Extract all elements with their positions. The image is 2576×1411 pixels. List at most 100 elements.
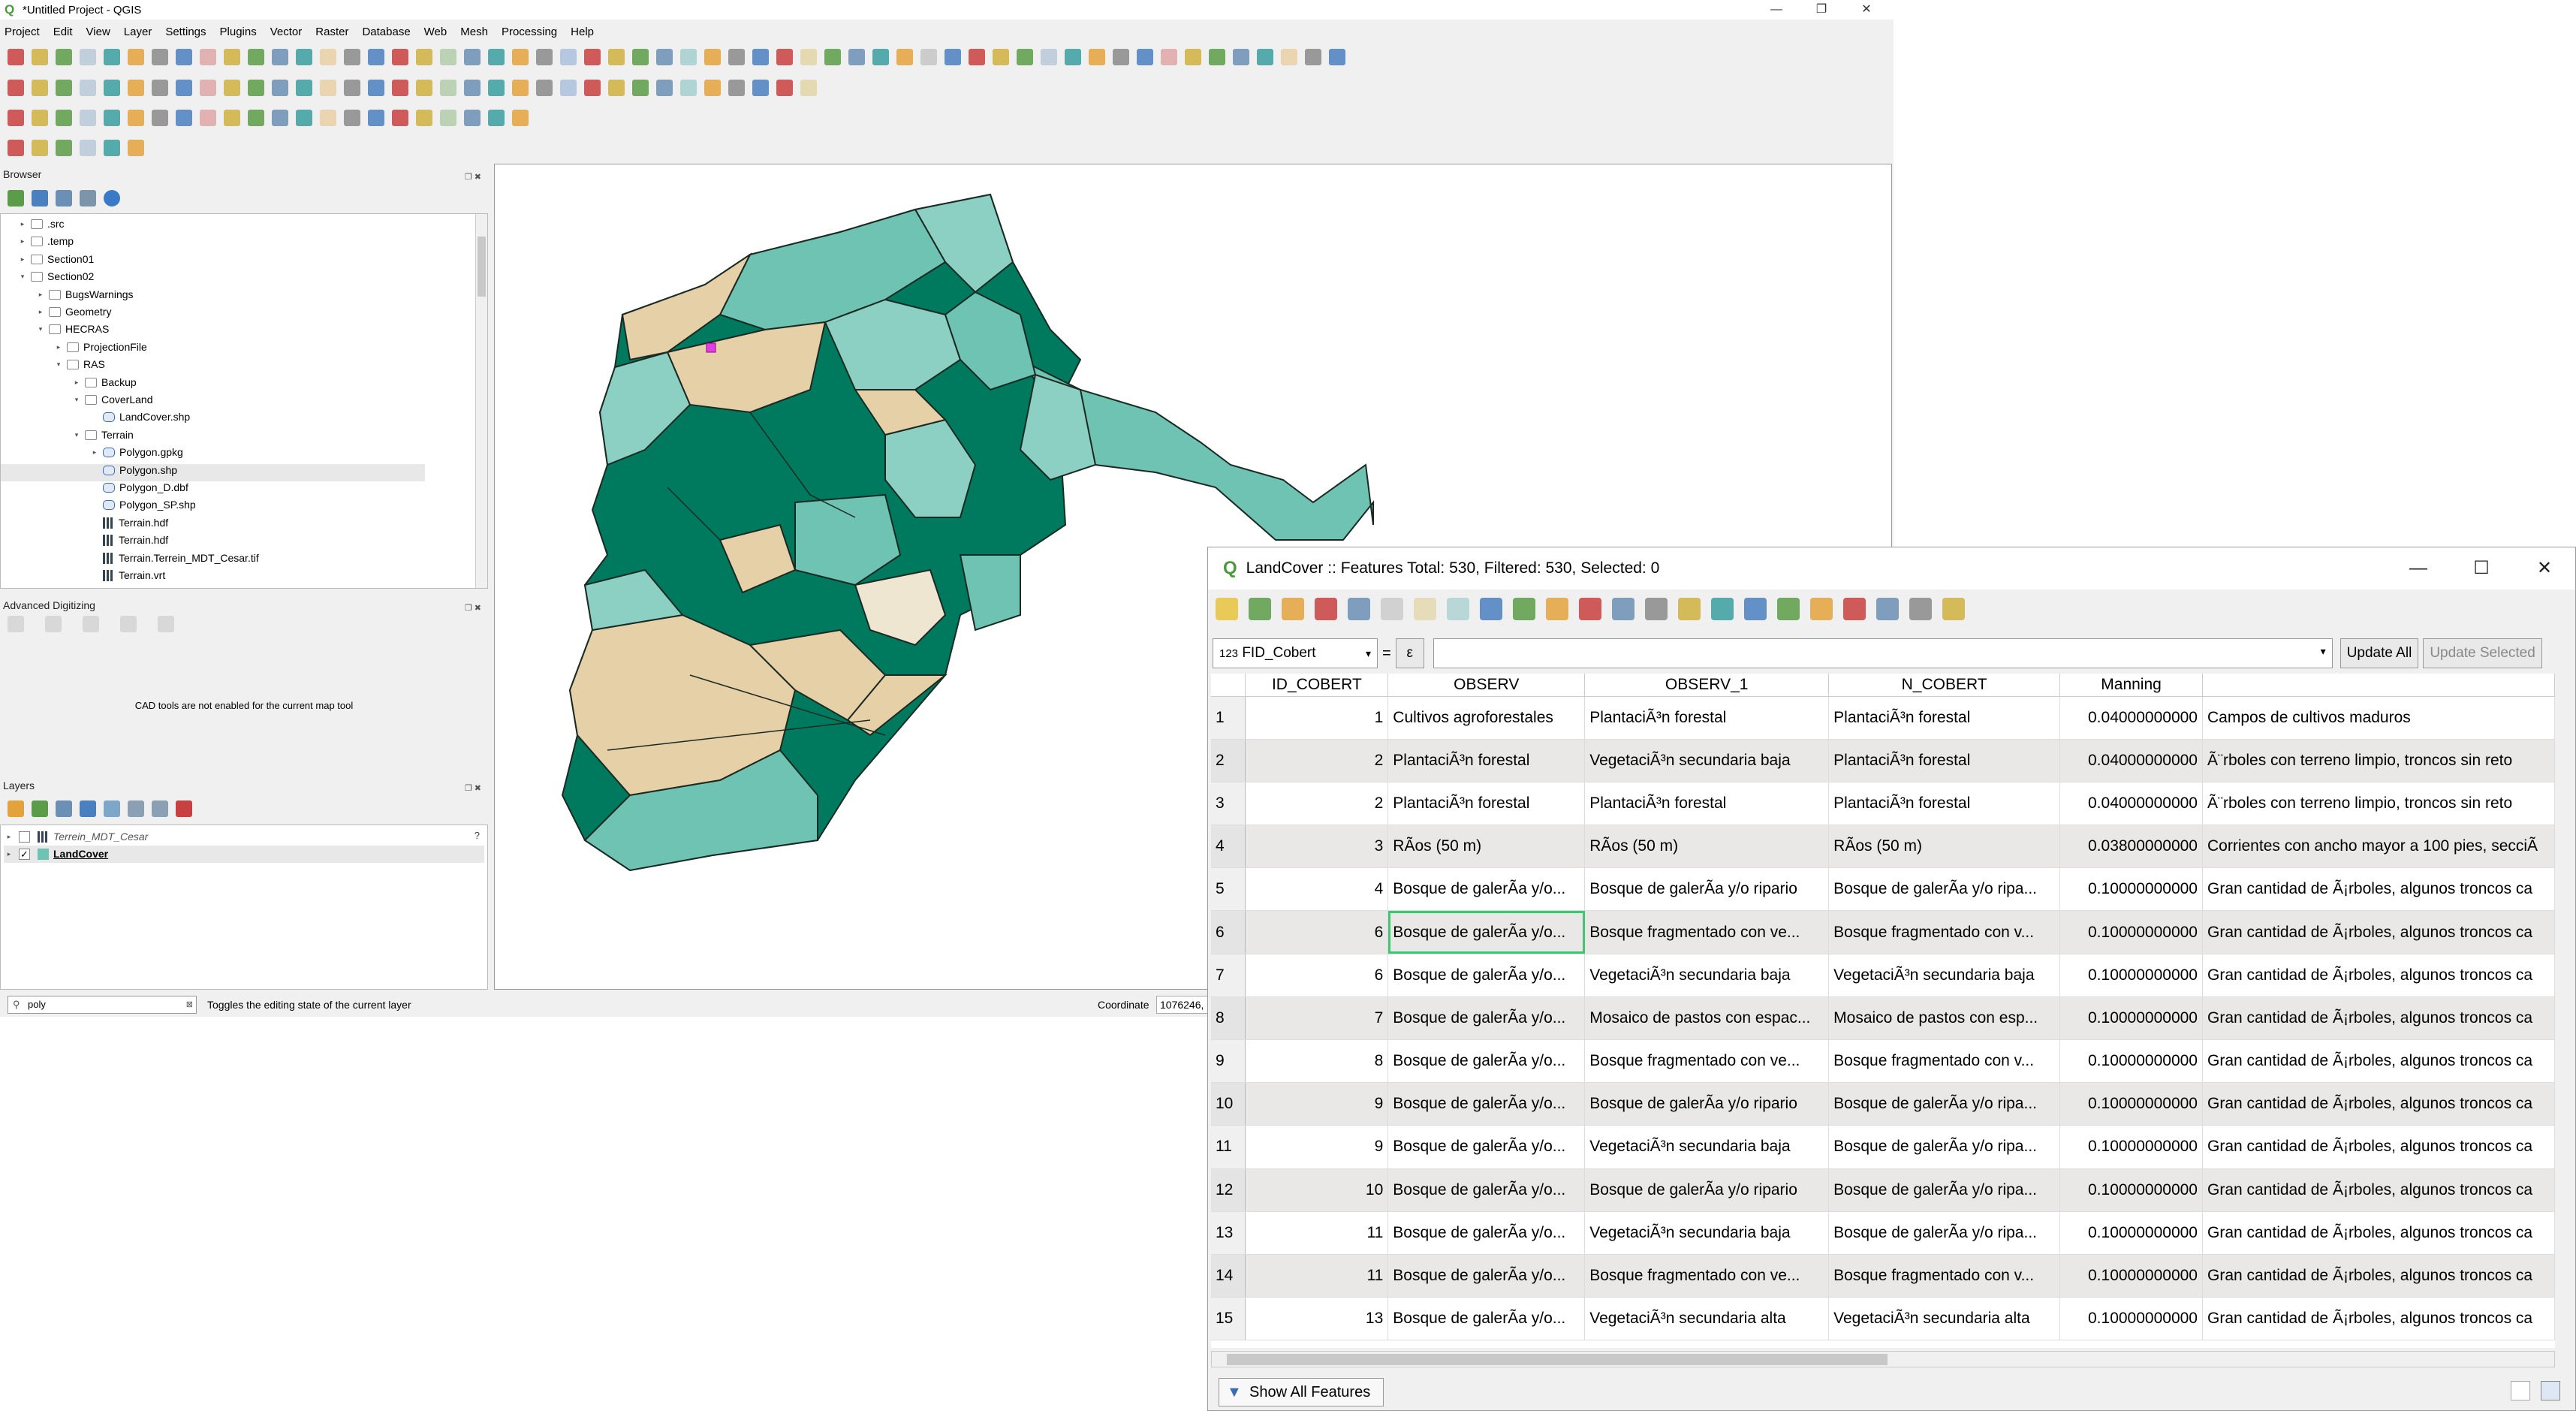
zoom-icon[interactable] (128, 49, 144, 65)
form-view-icon[interactable] (2511, 1381, 2530, 1400)
table-cell[interactable]: 0.04000000000 (2059, 782, 2203, 826)
table-cell[interactable]: PlantaciÃ³n forestal (1828, 696, 2061, 740)
zoom-icon[interactable] (896, 49, 913, 65)
table-cell[interactable]: Gran cantidad de Ã¡rboles, algunos tronc… (2202, 910, 2555, 954)
new-icon[interactable] (1161, 49, 1177, 65)
table-row[interactable]: 2 2 PlantaciÃ³n forestal VegetaciÃ³n secund… (1211, 739, 2555, 782)
add-group-icon[interactable] (32, 800, 48, 817)
browser-item[interactable]: ▾ Terrain (71, 427, 134, 444)
table-cell[interactable]: Cultivos agroforestales (1387, 696, 1586, 740)
row-number[interactable]: 3 (1211, 782, 1246, 826)
open-icon[interactable] (416, 110, 432, 126)
row-number[interactable]: 15 (1211, 1297, 1246, 1341)
zoom-icon[interactable] (1281, 49, 1297, 65)
save-icon[interactable] (440, 110, 456, 126)
menu-vector[interactable]: Vector (270, 26, 303, 38)
identify-icon[interactable] (152, 110, 168, 126)
row-number[interactable]: 14 (1211, 1254, 1246, 1298)
identify-icon[interactable] (1113, 49, 1129, 65)
table-cell[interactable]: Bosque de galerÃa y/o... (1387, 1211, 1586, 1255)
expand-arrow-icon[interactable]: ▸ (35, 286, 46, 303)
table-cell[interactable]: 3 (1245, 825, 1389, 869)
maximize-button[interactable]: ❐ (1802, 0, 1841, 20)
table-cell[interactable]: Bosque de galerÃa y/o... (1387, 1082, 1586, 1126)
zoom-icon[interactable] (128, 110, 144, 126)
column-header[interactable]: ID_COBERT (1245, 674, 1389, 697)
row-number[interactable]: 9 (1211, 1039, 1246, 1084)
zoom-icon[interactable] (512, 110, 529, 126)
table-cell[interactable]: Bosque de galerÃa y/o... (1387, 910, 1586, 954)
row-number[interactable]: 4 (1211, 825, 1246, 869)
table-cell[interactable]: Gran cantidad de Ã¡rboles, algunos tronc… (2202, 1254, 2555, 1298)
expand-arrow-icon[interactable]: ▸ (89, 444, 100, 461)
table-cell[interactable]: 0.03800000000 (2059, 825, 2203, 869)
row-number[interactable]: 6 (1211, 910, 1246, 954)
identify-icon[interactable] (152, 80, 168, 96)
identify-icon[interactable] (344, 110, 360, 126)
browser-item[interactable]: ▸ Section01 (17, 251, 95, 268)
table-cell[interactable]: Bosque fragmentado con v... (1828, 910, 2061, 954)
table-cell[interactable]: VegetaciÃ³n secundaria baja (1584, 739, 1830, 782)
menu-raster[interactable]: Raster (315, 26, 348, 38)
table-cell[interactable]: Ã¨rboles con terreno limpio, troncos sin… (2202, 739, 2555, 782)
identify-icon[interactable] (536, 49, 553, 65)
expand-arrow-icon[interactable]: ▾ (71, 427, 82, 444)
save-icon[interactable] (56, 49, 72, 65)
table-row[interactable]: 1 1 Cultivos agroforestales PlantaciÃ³n for… (1211, 696, 2555, 740)
table-row[interactable]: 6 6 Bosque de galerÃa y/o... Bosque fragmen… (1211, 910, 2555, 954)
table-cell[interactable]: 0.10000000000 (2059, 1039, 2203, 1084)
pan-icon[interactable] (680, 49, 697, 65)
remove-layer-icon[interactable] (176, 800, 192, 817)
menu-database[interactable]: Database (362, 26, 410, 38)
table-row[interactable]: 5 4 Bosque de galerÃa y/o... Bosque de gale… (1211, 867, 2555, 912)
expand-all-icon[interactable] (128, 800, 144, 817)
add-feature-icon[interactable] (1348, 598, 1370, 620)
table-row[interactable]: 4 3 RÃos (50 m) RÃos (50 m) RÃos (50 m) 0.038… (1211, 825, 2555, 869)
select-all-icon[interactable] (1546, 598, 1568, 620)
browser-item[interactable]: ▾ CoverLand (71, 391, 153, 409)
table-cell[interactable]: PlantaciÃ³n forestal (1584, 782, 1830, 826)
measure-icon[interactable] (176, 80, 192, 96)
table-cell[interactable]: VegetaciÃ³n secundaria alta (1584, 1297, 1830, 1341)
table-cell[interactable]: Bosque de galerÃa y/o ripario (1584, 867, 1830, 912)
measure-icon[interactable] (752, 80, 769, 96)
measure-icon[interactable] (945, 49, 961, 65)
table-cell[interactable]: Bosque de galerÃa y/o... (1387, 867, 1586, 912)
pan-icon[interactable] (680, 80, 697, 96)
print-icon[interactable] (1233, 49, 1249, 65)
table-cell[interactable]: Bosque fragmentado con ve... (1584, 1039, 1830, 1084)
save-icon[interactable] (248, 110, 264, 126)
chevron-down-icon[interactable]: ▾ (2321, 645, 2326, 658)
add-selected-layers-icon[interactable] (8, 190, 24, 207)
print-icon[interactable] (464, 49, 481, 65)
table-cell[interactable]: Bosque fragmentado con ve... (1584, 1254, 1830, 1298)
zoom-icon[interactable] (128, 80, 144, 96)
browser-item[interactable]: Polygon.shp (89, 462, 177, 479)
menu-web[interactable]: Web (424, 26, 447, 38)
table-row[interactable]: 14 11 Bosque de galerÃa y/o... Bosque fragm… (1211, 1254, 2555, 1298)
expand-arrow-icon[interactable]: ▸ (17, 233, 28, 250)
locator-search-input[interactable]: ⚲ poly ⊠ (8, 996, 197, 1014)
filter-legend-icon[interactable] (80, 800, 96, 817)
question-icon[interactable]: ? (475, 830, 480, 841)
save-icon[interactable] (56, 80, 72, 96)
minimize-button[interactable]: — (2387, 547, 2450, 589)
table-cell[interactable]: Bosque fragmentado con v... (1828, 1254, 2061, 1298)
save-icon[interactable] (56, 140, 72, 156)
new-icon[interactable] (392, 49, 408, 65)
table-cell[interactable]: 9 (1245, 1125, 1389, 1169)
select-by-expression-icon[interactable] (1513, 598, 1535, 620)
save-icon[interactable] (56, 110, 72, 126)
column-header[interactable]: Manning (2059, 674, 2203, 697)
table-cell[interactable]: 6 (1245, 910, 1389, 954)
table-cell[interactable]: 0.10000000000 (2059, 954, 2203, 997)
table-cell[interactable]: 0.10000000000 (2059, 1254, 2203, 1298)
pan-icon[interactable] (104, 80, 120, 96)
save-icon[interactable] (440, 80, 456, 96)
table-cell[interactable]: PlantaciÃ³n forestal (1584, 696, 1830, 740)
expand-arrow-icon[interactable]: ▸ (35, 303, 46, 321)
expand-arrow-icon[interactable]: ▸ (4, 828, 14, 846)
actions-icon[interactable] (1942, 598, 1965, 620)
column-header[interactable]: N_COBERT (1828, 674, 2061, 697)
new-icon[interactable] (8, 110, 24, 126)
